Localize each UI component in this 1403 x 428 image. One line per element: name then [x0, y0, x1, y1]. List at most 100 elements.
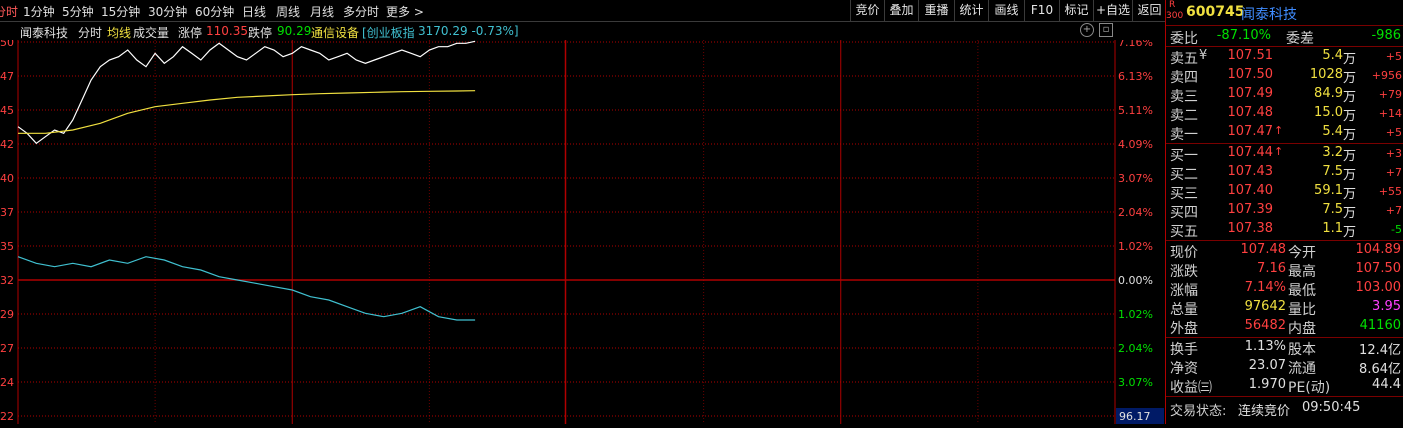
stats-row: 总量 97642 量比 3.95 [1166, 298, 1403, 318]
bid-row[interactable]: 买二 107.43 7.5 万 +7 [1166, 163, 1403, 183]
limit-down-value: 90.29 [277, 24, 312, 38]
bid-row[interactable]: 买一 107.44 ↑ 3.2 万 +3 [1166, 144, 1403, 164]
ask-label: 卖四 [1170, 70, 1198, 86]
tab-weekly[interactable]: 周线 [276, 3, 300, 20]
bookmark-button[interactable]: 标记 [1059, 0, 1093, 21]
bid-volume: 7.5 [1322, 202, 1343, 217]
stats2-row: 收益㈢ 1.970 PE(动) 44.4 [1166, 376, 1403, 396]
bid-unit: 万 [1343, 187, 1357, 202]
overlay-button[interactable]: 叠加 [884, 0, 918, 21]
stat-value: 56482 [1244, 318, 1286, 333]
ask-volume: 15.0 [1314, 105, 1343, 120]
pct-tick-label: 3.07% [1118, 376, 1153, 389]
avg-line-label[interactable]: 均线 [107, 24, 131, 41]
sector-name[interactable]: 通信设备 [311, 24, 359, 41]
up-arrow-icon: ↑ [1274, 145, 1284, 158]
stat-value: 1.13% [1244, 339, 1286, 354]
series-line-avg_pct [18, 90, 476, 134]
add-watchlist-button[interactable]: +自选 [1093, 0, 1132, 21]
intraday-chart[interactable]: 50 7.16% 47 6.13% 45 5.11% 42 4.09% 40 3.07% 37 2.0… [0, 36, 1165, 424]
bid-price: 107.38 [1227, 221, 1274, 236]
stock-header: R 300 600745 闻泰科技 [1166, 0, 1403, 24]
replay-button[interactable]: 重播 [918, 0, 954, 21]
pct-tick-label: 3.07% [1118, 172, 1153, 185]
index-label[interactable]: [创业板指 [362, 24, 415, 41]
tab-1min[interactable]: 1分钟 [23, 3, 55, 20]
bid-label: 买二 [1170, 167, 1198, 183]
price-tick-label: 29 [0, 308, 14, 321]
ask-row[interactable]: 卖三 107.49 84.9 万 +79 [1166, 85, 1403, 105]
back-button[interactable]: 返回 [1132, 0, 1166, 21]
bid-label: 买四 [1170, 205, 1198, 221]
tab-60min[interactable]: 60分钟 [195, 3, 234, 20]
stats-row: 涨幅 7.14% 最低 103.00 [1166, 279, 1403, 299]
bid-change: -5 [1391, 223, 1402, 236]
ask-change: +5 [1385, 126, 1402, 139]
intraday-chart-svg[interactable]: 50 7.16% 47 6.13% 45 5.11% 42 4.09% 40 3.07% 37 2.0… [0, 36, 1165, 424]
f10-button[interactable]: F10 [1024, 0, 1059, 21]
bid-change: +3 [1385, 147, 1402, 160]
pct-tick-label: 1.02% [1118, 308, 1153, 321]
tab-intraday[interactable]: 分时 [0, 3, 18, 20]
limit-up-value: 110.35 [206, 24, 248, 38]
bid-label: 买一 [1170, 148, 1198, 164]
price-tick-label: 22 [0, 410, 14, 423]
badge-bottom: 300 [1166, 11, 1184, 21]
chart-info-bar: 闻泰科技 分时 均线 成交量 涨停 110.35 跌停 90.29 通信设备 [… [0, 22, 1115, 40]
tab-daily[interactable]: 日线 [242, 3, 266, 20]
ask-change: +14 [1378, 107, 1402, 120]
ask-unit: 万 [1343, 128, 1357, 143]
zoom-in-icon[interactable]: + [1080, 23, 1094, 37]
stat-label: 涨跌 [1170, 264, 1198, 280]
price-tick-label: 27 [0, 342, 14, 355]
tab-more[interactable]: 更多 > [386, 3, 424, 20]
statistics-button[interactable]: 统计 [954, 0, 988, 21]
ask-row[interactable]: 卖五 ¥107.51 5.4 万 +5 [1166, 47, 1403, 67]
price-tick-label: 40 [0, 172, 14, 185]
bid-row[interactable]: 买三 107.40 59.1 万 +55 [1166, 182, 1403, 202]
ask-change: +956 [1371, 69, 1402, 82]
volume-label[interactable]: 成交量 [133, 24, 169, 41]
bid-row[interactable]: 买四 107.39 7.5 万 +7 [1166, 201, 1403, 221]
bid-row[interactable]: 买五 107.38 1.1 万 -5 [1166, 220, 1403, 240]
bid-label: 买五 [1170, 224, 1198, 240]
ask-row[interactable]: 卖四 107.50 1028 万 +956 [1166, 66, 1403, 86]
price-tick-label: 24 [0, 376, 14, 389]
badge-top: R [1169, 0, 1176, 10]
stats2-row: 换手 1.13% 股本 12.4亿 [1166, 338, 1403, 358]
tab-15min[interactable]: 15分钟 [101, 3, 140, 20]
draw-line-button[interactable]: 画线 [988, 0, 1024, 21]
bid-price: 107.43 [1227, 164, 1274, 179]
bid-unit: 万 [1343, 168, 1357, 183]
stat-value: 1.970 [1248, 377, 1286, 392]
pct-tick-label: 2.04% [1118, 206, 1153, 219]
stock-title: 闻泰科技 [1241, 7, 1297, 23]
crosshair-value: 96.17 [1119, 410, 1151, 423]
quote-panel: R 300 600745 闻泰科技 委比 -87.10% 委差 -986 卖五 ¥… [1165, 0, 1403, 424]
bid-price: 107.44 [1227, 145, 1274, 160]
ask-unit: 万 [1343, 52, 1357, 67]
ask-row[interactable]: 卖一 107.47 ↑ 5.4 万 +5 [1166, 123, 1403, 143]
tab-monthly[interactable]: 月线 [310, 3, 334, 20]
window-toggle-icon[interactable]: ▫ [1099, 23, 1113, 37]
tab-5min[interactable]: 5分钟 [62, 3, 94, 20]
price-tick-label: 50 [0, 40, 14, 49]
pct-tick-label: 7.16% [1118, 40, 1153, 49]
ask-change: +79 [1378, 88, 1402, 101]
auction-button[interactable]: 竞价 [850, 0, 884, 21]
ask-volume: 5.4 [1322, 124, 1343, 139]
stat-value: 44.4 [1372, 377, 1401, 392]
tab-multi-intraday[interactable]: 多分时 [343, 3, 379, 20]
bid-change: +7 [1385, 204, 1402, 217]
ask-price: 107.49 [1227, 86, 1274, 101]
tab-30min[interactable]: 30分钟 [148, 3, 187, 20]
stat-value: 7.16 [1257, 261, 1286, 276]
ask-row[interactable]: 卖二 107.48 15.0 万 +14 [1166, 104, 1403, 124]
price-tick-label: 37 [0, 206, 14, 219]
stat-value: 103.00 [1355, 280, 1402, 295]
trade-status-label: 交易状态: [1170, 404, 1227, 419]
yen-icon: ¥ [1199, 48, 1208, 63]
bid-volume: 3.2 [1322, 145, 1343, 160]
period-toolbar: 分时 1分钟 5分钟 15分钟 30分钟 60分钟 日线 周线 月线 多分时 更… [0, 0, 1165, 22]
price-tick-label: 35 [0, 240, 14, 253]
